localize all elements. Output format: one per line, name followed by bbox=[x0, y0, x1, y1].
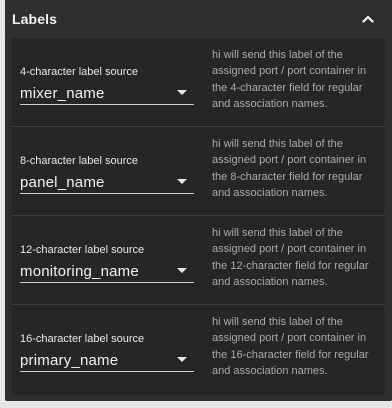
select-value: monitoring_name bbox=[20, 262, 139, 280]
panel-header[interactable]: Labels bbox=[5, 0, 392, 38]
select-value: mixer_name bbox=[20, 84, 105, 102]
chevron-up-icon bbox=[362, 15, 374, 23]
label-source-field: 12-character label source monitoring_nam… bbox=[12, 216, 194, 304]
label-source-row-4: 4-character label source mixer_name hi w… bbox=[12, 38, 385, 127]
select-value: primary_name bbox=[20, 351, 119, 369]
collapse-button[interactable] bbox=[356, 7, 380, 31]
label-source-field: 8-character label source panel_name bbox=[12, 127, 194, 215]
labels-panel: Labels 4-character label source mixer_na… bbox=[5, 0, 392, 401]
field-description: hi will send this label of the assigned … bbox=[212, 49, 367, 111]
field-description: hi will send this label of the assigned … bbox=[212, 227, 369, 289]
panel-title: Labels bbox=[12, 11, 57, 27]
caret-down-icon bbox=[176, 176, 188, 188]
field-description: hi will send this label of the assigned … bbox=[212, 316, 369, 378]
caret-down-icon bbox=[176, 265, 188, 277]
caret-down-icon bbox=[176, 87, 188, 99]
label-source-row-16: 16-character label source primary_name h… bbox=[12, 305, 385, 394]
label-source-select[interactable]: monitoring_name bbox=[20, 260, 194, 283]
field-label: 12-character label source bbox=[20, 244, 145, 256]
panel-body: 4-character label source mixer_name hi w… bbox=[12, 38, 385, 395]
caret-down-icon bbox=[176, 354, 188, 366]
label-source-field: 4-character label source mixer_name bbox=[12, 38, 194, 126]
field-label: 8-character label source bbox=[20, 155, 139, 167]
field-description: hi will send this label of the assigned … bbox=[212, 138, 367, 200]
label-source-select[interactable]: primary_name bbox=[20, 349, 194, 372]
label-source-field: 16-character label source primary_name bbox=[12, 305, 194, 394]
field-label: 4-character label source bbox=[20, 66, 139, 78]
label-source-select[interactable]: mixer_name bbox=[20, 82, 194, 105]
label-source-select[interactable]: panel_name bbox=[20, 171, 194, 194]
label-source-row-12: 12-character label source monitoring_nam… bbox=[12, 216, 385, 305]
label-source-row-8: 8-character label source panel_name hi w… bbox=[12, 127, 385, 216]
field-label: 16-character label source bbox=[20, 333, 145, 345]
select-value: panel_name bbox=[20, 173, 105, 191]
